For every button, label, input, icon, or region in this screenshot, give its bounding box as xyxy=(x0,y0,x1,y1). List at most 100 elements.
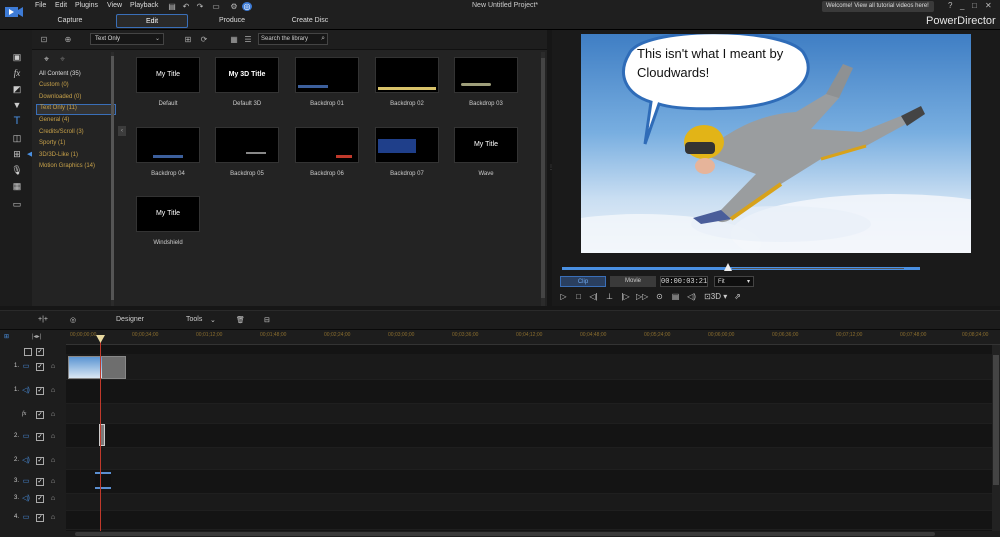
lock-icon[interactable]: ⌂ xyxy=(49,457,57,465)
cyberlink-account-icon[interactable]: ◎ xyxy=(242,2,252,11)
import-icon[interactable]: ⊡ xyxy=(38,34,50,45)
timeline-vertical-scrollbar[interactable] xyxy=(992,345,1000,537)
title-clip[interactable] xyxy=(95,472,111,489)
track-lane[interactable] xyxy=(66,404,992,424)
track-lane[interactable] xyxy=(66,380,992,404)
library-filter-dropdown[interactable]: Text Only ⌄ xyxy=(90,33,164,45)
template-backdrop-06[interactable] xyxy=(295,127,359,163)
track-lane[interactable] xyxy=(66,354,992,380)
tools-dropdown[interactable]: Tools xyxy=(186,316,202,323)
track-checkbox[interactable]: ✓ xyxy=(36,411,44,419)
video-clip[interactable] xyxy=(68,356,126,379)
media-room-icon[interactable]: ▣ xyxy=(11,51,23,63)
lock-icon[interactable]: ⌂ xyxy=(49,495,57,503)
audio-mixing-icon[interactable]: ⊞ xyxy=(11,148,23,160)
category-custom[interactable]: Custom (0) xyxy=(39,82,69,88)
zoom-dropdown[interactable]: Fit ▾ xyxy=(714,276,754,287)
tab-produce[interactable]: Produce xyxy=(202,14,262,28)
undock-icon[interactable]: ⇗ xyxy=(732,291,743,302)
menu-edit[interactable]: Edit xyxy=(55,2,67,9)
track-lane[interactable] xyxy=(66,470,992,494)
settings-gear-icon[interactable]: ⚙ xyxy=(229,2,239,11)
template-backdrop-01[interactable] xyxy=(295,57,359,93)
track-lane[interactable] xyxy=(66,424,992,448)
add-title-icon[interactable]: ⊞ xyxy=(182,34,194,45)
category-general[interactable]: General (4) xyxy=(39,117,69,123)
preview-video-frame[interactable]: This isn't what I meant by Cloudwards! xyxy=(581,34,971,253)
clip-mode-tab[interactable]: Clip xyxy=(560,276,606,287)
timeline-ruler[interactable]: 00;00;00;00 00;00;34;00 00;01;12;00 00;0… xyxy=(66,330,1000,345)
stop-icon[interactable]: □ xyxy=(573,291,584,302)
lock-icon[interactable]: ⌂ xyxy=(49,514,57,522)
lock-icon[interactable]: ⌂ xyxy=(49,363,57,371)
menu-playback[interactable]: Playback xyxy=(130,2,158,9)
menu-plugins[interactable]: Plugins xyxy=(75,2,98,9)
tab-create-disc[interactable]: Create Disc xyxy=(280,14,340,28)
category-3d[interactable]: 3D/3D-Like (1) xyxy=(39,152,78,158)
volume-icon[interactable]: ◁) xyxy=(686,291,697,302)
timeline-tracks-area[interactable] xyxy=(66,345,992,537)
designer-button[interactable]: Designer xyxy=(116,316,144,323)
fit-to-timeline-icon[interactable]: +|+ xyxy=(38,316,48,323)
pip-room-icon[interactable]: ◩ xyxy=(11,83,23,95)
tab-capture[interactable]: Capture xyxy=(40,14,100,28)
timeline-export-icon[interactable]: ⊟ xyxy=(264,316,270,324)
track-lane[interactable] xyxy=(66,448,992,470)
tag-add-icon[interactable]: ⌖ xyxy=(44,54,49,65)
aspect-ratio-icon[interactable]: ▭ xyxy=(209,2,223,11)
template-wave[interactable]: My Title xyxy=(454,127,518,163)
track-checkbox[interactable]: ✓ xyxy=(36,387,44,395)
play-icon[interactable]: ▷ xyxy=(558,291,569,302)
track-visible-all-checkbox[interactable]: ✓ xyxy=(36,348,44,356)
maximize-icon[interactable]: □ xyxy=(972,1,977,10)
welcome-tutorial-banner[interactable]: Welcome! View all tutorial videos here! xyxy=(822,1,934,12)
fade-icon[interactable]: ◎ xyxy=(70,316,76,324)
subtitle-room-icon[interactable]: ▭ xyxy=(11,198,23,210)
lock-icon[interactable]: ⌂ xyxy=(49,387,57,395)
library-scrollbar[interactable] xyxy=(541,52,545,306)
chevron-down-icon[interactable]: ⌄ xyxy=(210,316,216,324)
tag-remove-icon[interactable]: ⌖ xyxy=(60,54,65,65)
track-checkbox[interactable]: ✓ xyxy=(36,433,44,441)
help-icon[interactable]: ? xyxy=(948,1,952,10)
track-enable-all-checkbox[interactable] xyxy=(24,348,32,356)
template-default[interactable]: My Title xyxy=(136,57,200,93)
template-backdrop-07[interactable] xyxy=(375,127,439,163)
minimize-icon[interactable]: _ xyxy=(960,1,964,10)
category-downloaded[interactable]: Downloaded (0) xyxy=(39,94,81,100)
category-credits-scroll[interactable]: Credits/Scroll (3) xyxy=(39,129,84,135)
lock-icon[interactable]: ⌂ xyxy=(49,411,57,419)
split-icon[interactable]: ⊥ xyxy=(604,291,615,302)
track-manager-icon[interactable]: ⊞ xyxy=(4,333,9,340)
template-backdrop-05[interactable] xyxy=(215,127,279,163)
previous-frame-icon[interactable]: ◁| xyxy=(588,291,599,302)
grid-view-icon[interactable]: ▦ xyxy=(228,34,240,45)
save-icon[interactable]: ▤ xyxy=(167,2,177,11)
movie-mode-tab[interactable]: Movie xyxy=(610,276,656,287)
undo-icon[interactable]: ↶ xyxy=(181,2,191,11)
template-backdrop-02[interactable] xyxy=(375,57,439,93)
panel-splitter-handle[interactable]: ⋮ xyxy=(548,164,554,174)
fast-forward-icon[interactable]: ▷▷ xyxy=(636,291,648,302)
track-checkbox[interactable]: ✓ xyxy=(36,495,44,503)
track-checkbox[interactable]: ✓ xyxy=(36,478,44,486)
transition-room-icon[interactable]: ◫ xyxy=(11,132,23,144)
title-room-icon[interactable]: T xyxy=(11,115,23,127)
lock-icon[interactable]: ⌂ xyxy=(49,433,57,441)
tab-edit[interactable]: Edit xyxy=(116,14,188,28)
fx-room-icon[interactable]: fx xyxy=(11,67,23,79)
template-default-3d[interactable]: My 3D Title xyxy=(215,57,279,93)
template-backdrop-03[interactable] xyxy=(454,57,518,93)
track-checkbox[interactable]: ✓ xyxy=(36,457,44,465)
list-view-icon[interactable]: ☰ xyxy=(242,34,254,45)
menu-file[interactable]: File xyxy=(35,2,46,9)
category-sporty[interactable]: Sporty (1) xyxy=(39,140,65,146)
track-checkbox[interactable]: ✓ xyxy=(36,514,44,522)
timeline-horizontal-scrollbar[interactable] xyxy=(0,531,1000,537)
menu-view[interactable]: View xyxy=(107,2,122,9)
template-backdrop-04[interactable] xyxy=(136,127,200,163)
template-windshield[interactable]: My Title xyxy=(136,196,200,232)
snapshot-camera-icon[interactable]: ⊙ xyxy=(654,291,665,302)
timecode-display[interactable]: 00:00:03:21 xyxy=(660,276,708,287)
modify-icon[interactable]: ⟳ xyxy=(198,34,210,45)
